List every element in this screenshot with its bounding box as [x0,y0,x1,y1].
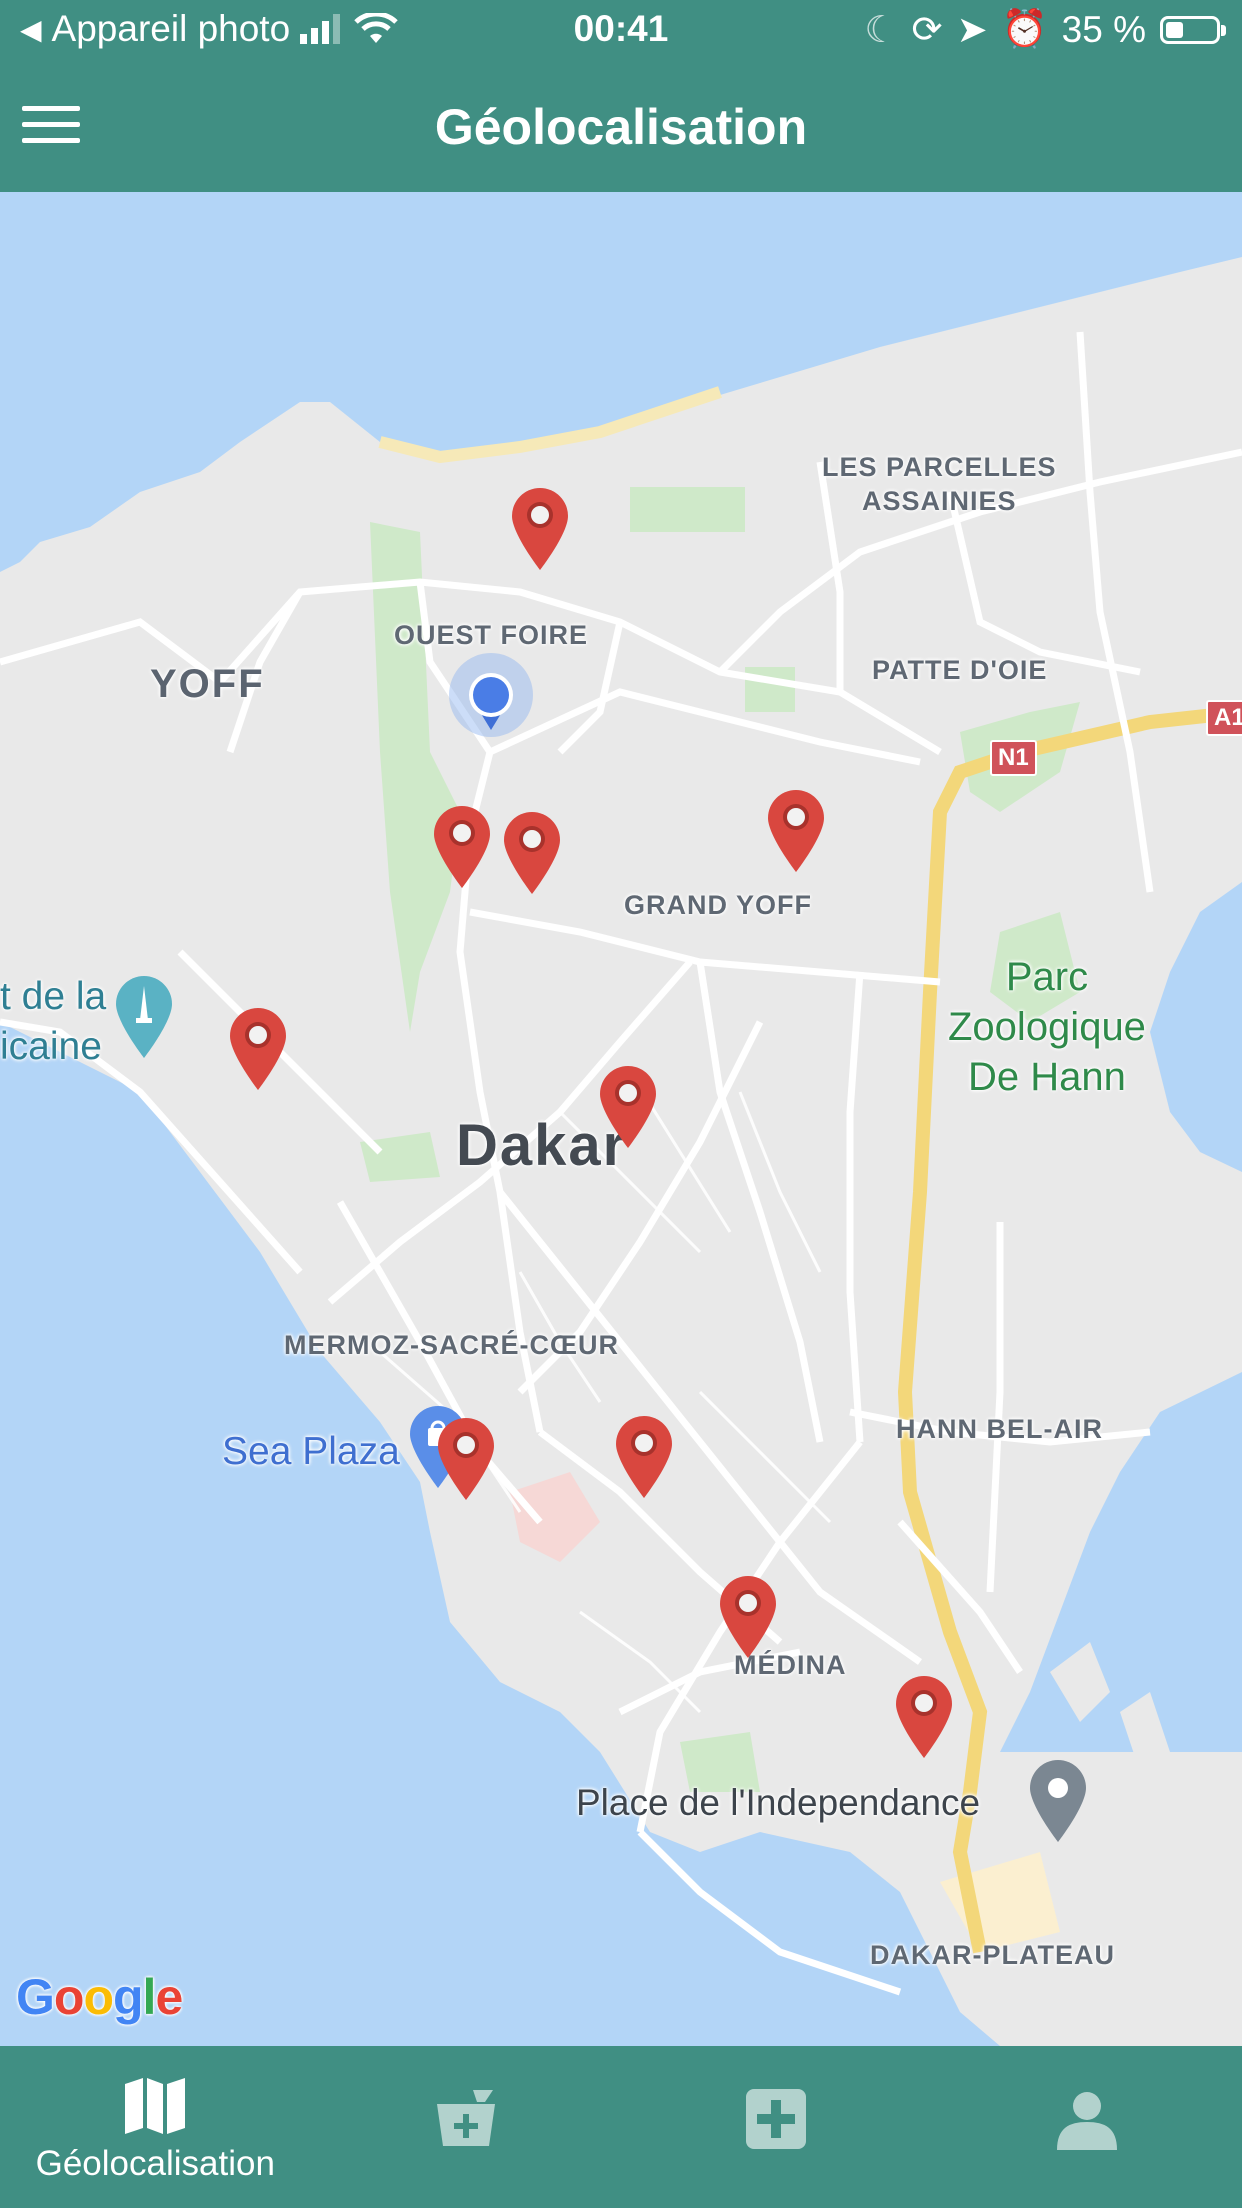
google-logo: Google [16,1969,183,2025]
pharmacy-marker-icon[interactable] [436,1416,496,1502]
pharmacy-marker-icon[interactable] [718,1574,778,1660]
bottom-tab-bar: Géolocalisation [0,2046,1242,2208]
status-indicators: ☾ ⟳ ➤ ⏰ 35 % [864,8,1226,51]
battery-level [1166,21,1183,38]
current-location-dot[interactable] [446,650,536,740]
label-grand-yoff: GRAND YOFF [624,890,813,920]
tab-profile[interactable] [932,2046,1242,2208]
battery-percent: 35 % [1061,8,1146,50]
pharmacy-marker-icon[interactable] [598,1064,658,1150]
tab-geolocalisation[interactable]: Géolocalisation [0,2046,311,2208]
road-shield-n1: N1 [990,740,1037,776]
tab-pharmacy[interactable] [311,2046,622,2208]
label-place-independance: Place de l'Independance [576,1782,981,1823]
pharmacy-marker-icon[interactable] [614,1414,674,1500]
app-header: Géolocalisation [0,62,1242,192]
label-monument: t de la icaine [0,975,107,1068]
pharmacy-marker-icon[interactable] [432,804,492,890]
pharmacy-marker-icon[interactable] [894,1674,954,1760]
label-dakar-plateau: DAKAR-PLATEAU [870,1940,1115,1970]
tab-medical[interactable] [621,2046,932,2208]
status-bar: ◀ Appareil photo 00:41 ☾ ⟳ ➤ ⏰ 35 % [0,0,1242,62]
label-hann-bel-air: HANN BEL-AIR [896,1414,1103,1444]
label-les-parcelles: LES PARCELLES ASSAINIES [822,452,1057,516]
page-title: Géolocalisation [434,99,808,155]
monument-poi-icon[interactable] [114,974,174,1060]
label-patte-doie: PATTE D'OIE [872,655,1048,685]
label-sea-plaza: Sea Plaza [222,1430,400,1473]
landmark-poi-icon[interactable] [1028,1758,1088,1844]
road-shield-a1: A1 [1206,700,1242,736]
pharmacy-marker-icon[interactable] [510,486,570,572]
label-yoff: YOFF [150,662,265,706]
moon-icon: ☾ [864,9,898,50]
map-icon [125,2078,186,2134]
alarm-icon: ⏰ [1001,8,1048,49]
location-arrow-icon: ➤ [956,9,988,50]
pharmacy-marker-icon[interactable] [766,788,826,874]
label-mermoz: MERMOZ-SACRÉ-CŒUR [284,1330,619,1360]
label-parc-zoologique: Parc Zoologique De Hann [948,955,1146,1099]
pharmacy-marker-icon[interactable] [502,810,562,896]
rotation-lock-icon: ⟳ [911,9,943,50]
battery-icon [1160,15,1226,44]
label-ouest-foire: OUEST FOIRE [394,620,589,650]
medical-cross-icon [746,2089,807,2149]
pharmacy-marker-icon[interactable] [228,1006,288,1092]
map-view[interactable]: LES PARCELLES ASSAINIES OUEST FOIRE YOFF… [0,192,1242,2046]
tab-label-geolocalisation: Géolocalisation [35,2144,275,2183]
pharmacy-mortar-icon [436,2090,495,2146]
user-profile-icon [1056,2092,1117,2150]
